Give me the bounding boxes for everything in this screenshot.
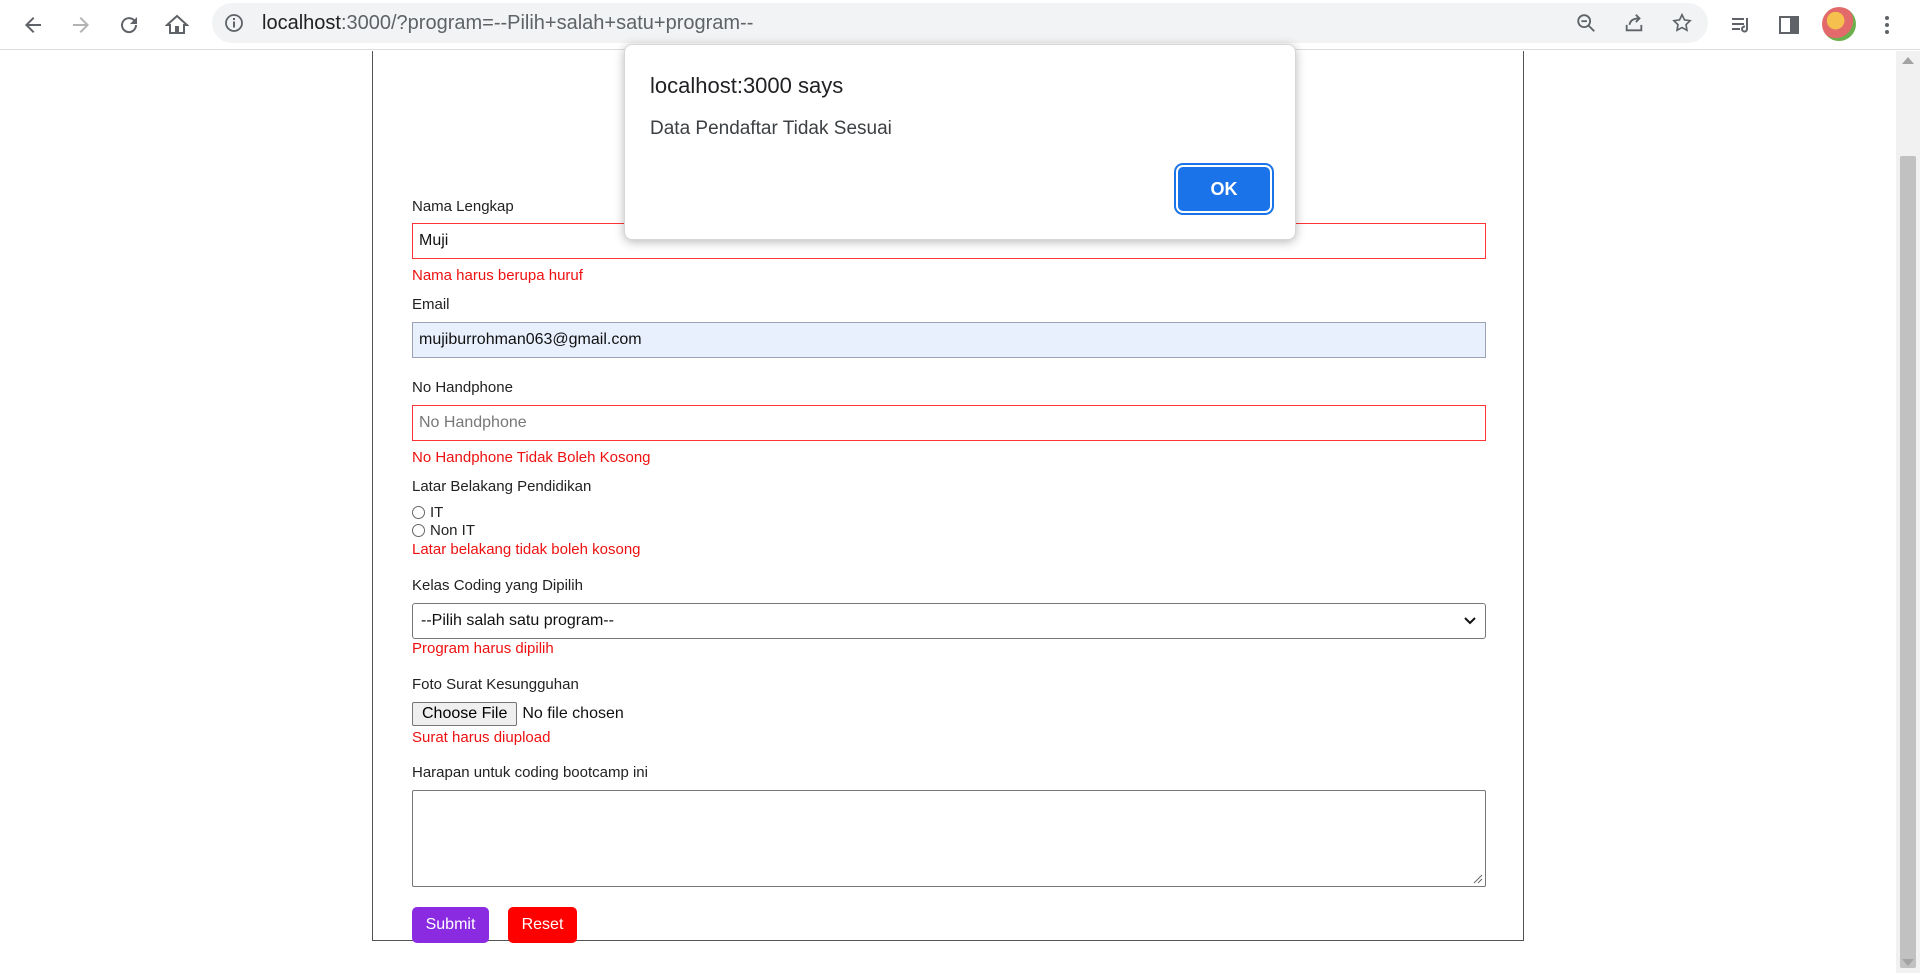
home-icon[interactable]	[161, 9, 193, 41]
phone-label: No Handphone	[412, 379, 513, 396]
email-label: Email	[412, 296, 450, 313]
class-label: Kelas Coding yang Dipilih	[412, 577, 583, 594]
forward-arrow-icon[interactable]	[65, 9, 97, 41]
address-bar[interactable]: localhost:3000/?program=--Pilih+salah+sa…	[212, 3, 1708, 43]
submit-button[interactable]: Submit	[412, 907, 489, 943]
education-label: Latar Belakang Pendidikan	[412, 478, 592, 495]
class-error: Program harus dipilih	[412, 640, 554, 657]
scroll-down-icon[interactable]	[1902, 959, 1914, 966]
phone-error: No Handphone Tidak Boleh Kosong	[412, 449, 651, 466]
page-scrollbar[interactable]	[1896, 51, 1920, 973]
radio-button[interactable]	[412, 506, 425, 519]
email-input[interactable]: mujiburrohman063@gmail.com	[412, 322, 1486, 358]
name-error: Nama harus berupa huruf	[412, 267, 583, 284]
resize-grip-icon[interactable]	[1471, 872, 1483, 884]
url-text: localhost:3000/?program=--Pilih+salah+sa…	[262, 12, 754, 34]
media-queue-icon[interactable]	[1725, 9, 1757, 41]
profile-avatar[interactable]	[1822, 7, 1856, 41]
scroll-up-icon[interactable]	[1902, 57, 1914, 64]
menu-dots-icon[interactable]	[1871, 9, 1903, 41]
class-select[interactable]: --Pilih salah satu program--	[412, 603, 1486, 639]
hope-textarea[interactable]	[412, 790, 1486, 887]
reload-icon[interactable]	[113, 9, 145, 41]
name-label: Nama Lengkap	[412, 198, 514, 215]
file-status: No file chosen	[522, 705, 624, 722]
back-arrow-icon[interactable]	[17, 9, 49, 41]
dialog-message: Data Pendaftar Tidak Sesuai	[650, 118, 892, 139]
choose-file-button[interactable]: Choose File	[412, 702, 518, 726]
zoom-icon[interactable]	[1572, 9, 1600, 37]
photo-error: Surat harus diupload	[412, 729, 551, 746]
reset-button[interactable]: Reset	[508, 907, 577, 943]
education-error: Latar belakang tidak boleh kosong	[412, 541, 641, 558]
radio-it[interactable]: IT	[412, 504, 443, 521]
star-icon[interactable]	[1668, 9, 1696, 37]
radio-non-it[interactable]: Non IT	[412, 522, 475, 539]
side-panel-icon[interactable]	[1773, 9, 1805, 41]
ok-button[interactable]: OK	[1178, 167, 1270, 211]
file-input[interactable]: Choose File No file chosen	[412, 702, 624, 726]
chevron-down-icon	[1464, 617, 1476, 625]
alert-dialog: localhost:3000 says Data Pendaftar Tidak…	[624, 44, 1296, 240]
dialog-title: localhost:3000 says	[650, 73, 844, 98]
phone-input[interactable]: No Handphone	[412, 405, 1486, 441]
browser-toolbar: localhost:3000/?program=--Pilih+salah+sa…	[0, 0, 1920, 50]
radio-button[interactable]	[412, 524, 425, 537]
share-icon[interactable]	[1620, 9, 1648, 37]
info-icon[interactable]	[224, 13, 244, 33]
photo-label: Foto Surat Kesungguhan	[412, 676, 579, 693]
hope-label: Harapan untuk coding bootcamp ini	[412, 764, 648, 781]
scroll-thumb[interactable]	[1900, 156, 1916, 968]
